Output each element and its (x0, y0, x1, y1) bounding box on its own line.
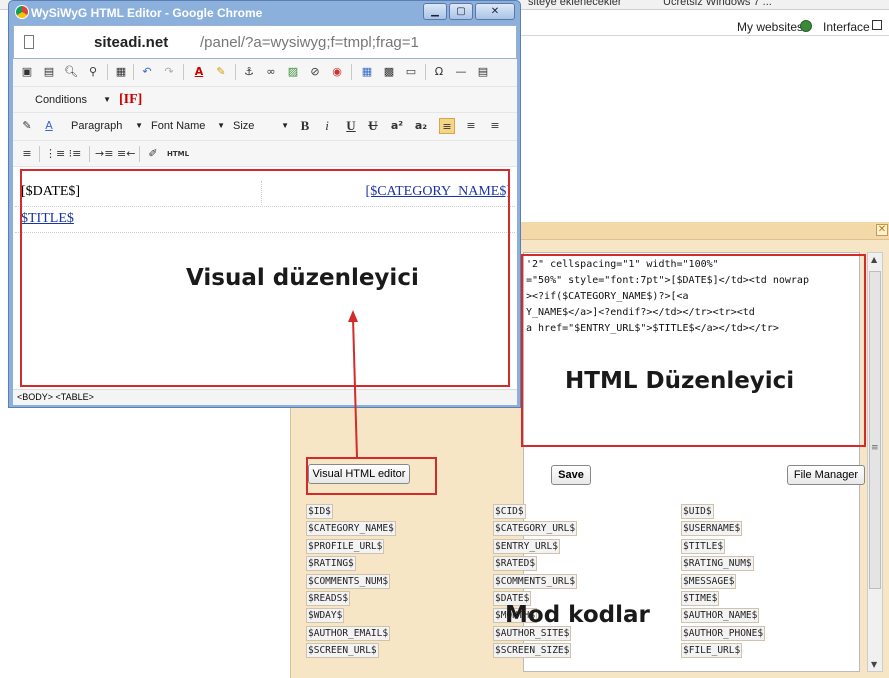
arrow-line (352, 317, 358, 459)
arrow-head (348, 310, 358, 322)
annotation-arrow (348, 310, 358, 459)
